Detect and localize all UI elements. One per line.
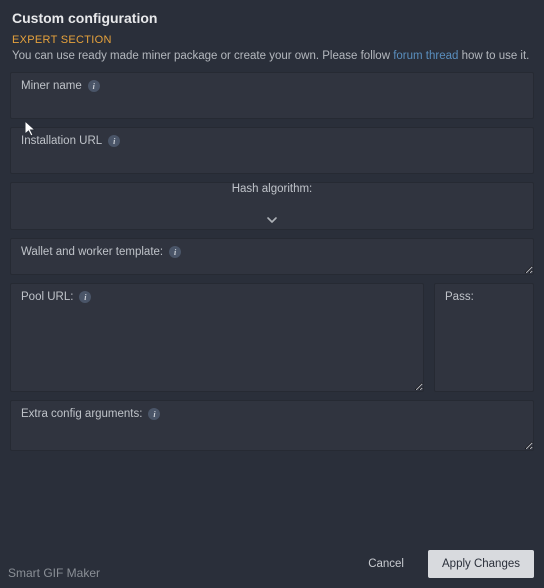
miner-name-input[interactable] (11, 92, 533, 118)
pass-input[interactable] (435, 303, 533, 325)
extra-config-input[interactable] (11, 420, 533, 450)
expert-description: You can use ready made miner package or … (0, 48, 544, 72)
info-icon[interactable]: i (169, 246, 181, 258)
expert-section-label: EXPERT SECTION (0, 34, 544, 48)
wallet-template-input[interactable] (11, 258, 533, 274)
info-icon[interactable]: i (79, 291, 91, 303)
miner-name-label: Miner name (21, 80, 82, 92)
extra-config-field: Extra config arguments: i (10, 400, 534, 451)
pass-field: Pass: (434, 283, 534, 392)
info-icon[interactable]: i (88, 80, 100, 92)
info-icon[interactable]: i (108, 135, 120, 147)
dialog-title: Custom configuration (12, 10, 532, 26)
miner-name-field: Miner name i (10, 72, 534, 119)
apply-changes-button[interactable]: Apply Changes (428, 550, 534, 578)
pool-url-field: Pool URL: i (10, 283, 424, 392)
hash-algorithm-select[interactable]: Hash algorithm: (10, 182, 534, 230)
dialog-header: Custom configuration (0, 0, 544, 34)
extra-config-label: Extra config arguments: (21, 408, 142, 420)
pass-label: Pass: (445, 291, 474, 303)
wallet-template-field: Wallet and worker template: i (10, 238, 534, 275)
pool-pass-row: Pool URL: i Pass: (10, 283, 534, 392)
installation-url-field: Installation URL i (10, 127, 534, 174)
pool-url-label: Pool URL: (21, 291, 73, 303)
installation-url-input[interactable] (11, 147, 533, 173)
forum-thread-link[interactable]: forum thread (393, 50, 458, 62)
info-icon[interactable]: i (148, 408, 160, 420)
form-fields: Miner name i Installation URL i Hash alg… (0, 72, 544, 534)
dialog-footer: Cancel Apply Changes (0, 534, 544, 588)
pool-url-input[interactable] (11, 303, 423, 391)
cancel-button[interactable]: Cancel (354, 550, 418, 578)
desc-text-after: how to use it. (458, 50, 529, 62)
wallet-template-label: Wallet and worker template: (21, 246, 163, 258)
desc-text-before: You can use ready made miner package or … (12, 50, 393, 62)
installation-url-label: Installation URL (21, 135, 102, 147)
chevron-down-icon (266, 214, 278, 229)
hash-algorithm-label: Hash algorithm: (232, 183, 313, 195)
